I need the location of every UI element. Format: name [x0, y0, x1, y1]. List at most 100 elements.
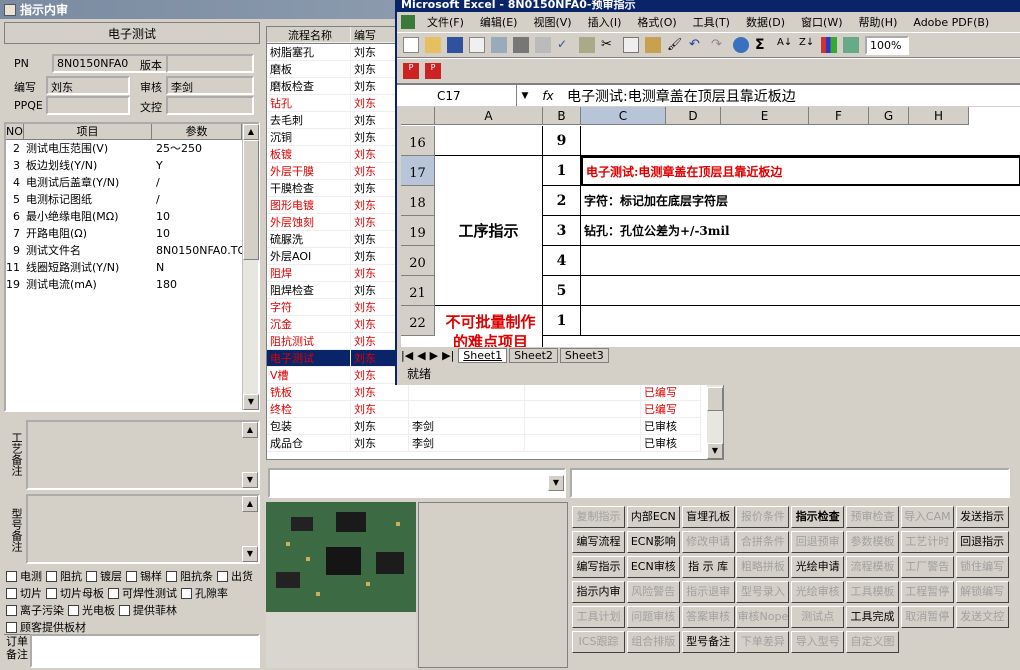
flow-combo[interactable]: ▼ — [268, 468, 566, 498]
cut-icon[interactable]: ✂ — [601, 37, 617, 53]
cell-b[interactable]: 2 — [543, 186, 581, 216]
checkbox-box[interactable] — [46, 571, 57, 582]
craft-note-box[interactable]: ▲ ▼ — [26, 420, 260, 490]
cell-b[interactable]: 9 — [543, 126, 581, 156]
option-checkbox[interactable]: 切片母板 — [46, 586, 104, 601]
action-button[interactable]: 回退预审 — [791, 531, 845, 553]
column-header[interactable]: A — [435, 107, 543, 125]
menu-item[interactable]: 插入(I) — [580, 14, 630, 30]
spreadsheet-grid[interactable]: A B C D E F G H 16 9 17 1 电子测试:电测章盖在顶层且靠近板边 18 2 字符：标记加… — [401, 107, 1020, 347]
checkbox-box[interactable] — [181, 588, 192, 599]
checkbox-box[interactable] — [108, 588, 119, 599]
menu-item[interactable]: 数据(D) — [738, 14, 793, 30]
cell-b[interactable]: 4 — [543, 246, 581, 276]
action-button[interactable]: 参数模板 — [846, 531, 899, 553]
name-box[interactable]: C17 — [397, 85, 517, 106]
action-button[interactable]: 工厂警告 — [900, 556, 954, 578]
scroll-down-icon[interactable]: ▼ — [242, 472, 258, 488]
save-icon[interactable] — [447, 37, 463, 53]
cell-c[interactable] — [581, 306, 1020, 336]
action-button[interactable]: 合拼条件 — [736, 531, 790, 553]
print-preview-icon[interactable] — [535, 37, 551, 53]
pdf-email-icon[interactable]: P — [425, 63, 441, 79]
row-header[interactable]: 18 — [401, 186, 435, 216]
row-header[interactable]: 21 — [401, 276, 435, 306]
cell-c[interactable]: 电子测试:电测章盖在顶层且靠近板边 — [581, 156, 1020, 186]
permission-icon[interactable] — [469, 37, 485, 53]
cell-a16[interactable] — [435, 126, 543, 156]
cell-c[interactable] — [581, 126, 1020, 156]
flow-row[interactable]: 包装 刘东 李剑 已审核 — [267, 418, 723, 435]
action-button[interactable]: 发送文控 — [955, 606, 1009, 628]
sort-desc-icon[interactable]: Z↓ — [799, 37, 815, 53]
row-header[interactable]: 16 — [401, 126, 435, 156]
next-sheet-icon[interactable]: ▶ — [430, 349, 438, 362]
checkbox-box[interactable] — [6, 622, 17, 633]
action-button[interactable]: 工艺计时 — [900, 531, 954, 553]
open-folder-icon[interactable] — [425, 37, 441, 53]
column-header[interactable]: G — [869, 107, 909, 125]
action-button[interactable]: 编写流程 — [572, 531, 625, 553]
flow-row[interactable]: 铣板 刘东 已编写 — [267, 384, 723, 401]
param-row[interactable]: 4 电测试后盖章(Y/N) / — [6, 174, 242, 191]
action-button[interactable]: 风险警告 — [626, 581, 680, 603]
scroll-thumb[interactable] — [707, 387, 723, 411]
menu-item[interactable]: 格式(O) — [629, 14, 684, 30]
action-button[interactable]: 问题审核 — [626, 606, 680, 628]
action-button[interactable]: 答案审核 — [681, 606, 735, 628]
format-painter-icon[interactable]: 🖌 — [667, 37, 683, 53]
field-value[interactable] — [46, 96, 130, 115]
menu-item[interactable]: 文件(F) — [419, 14, 472, 30]
print-icon[interactable] — [513, 37, 529, 53]
action-button[interactable]: ICS跟踪 — [572, 631, 625, 653]
scroll-down-icon[interactable]: ▼ — [707, 443, 723, 459]
param-row[interactable]: 9 测试文件名 8N0150NFA0.TGZ — [6, 242, 242, 259]
checkbox-box[interactable] — [86, 571, 97, 582]
scroll-thumb[interactable] — [243, 140, 259, 260]
action-button[interactable]: 光绘审核 — [791, 581, 845, 603]
sort-asc-icon[interactable]: A↓ — [777, 37, 793, 53]
scroll-up-icon[interactable]: ▲ — [242, 422, 258, 438]
menu-item[interactable]: 窗口(W) — [793, 14, 850, 30]
action-button[interactable]: 发送指示 — [955, 506, 1009, 528]
column-header[interactable]: E — [721, 107, 809, 125]
row-header[interactable]: 17 — [401, 156, 435, 186]
action-button[interactable]: 测试点 — [791, 606, 845, 628]
email-icon[interactable] — [491, 37, 507, 53]
option-checkbox[interactable]: 阻抗 — [46, 569, 82, 584]
sheet-tab[interactable]: Sheet2 — [509, 347, 558, 363]
field-value[interactable]: 刘东 — [46, 76, 130, 95]
action-button[interactable]: 修改申请 — [681, 531, 735, 553]
action-button[interactable]: 报价条件 — [736, 506, 790, 528]
pdf-icon[interactable]: P — [403, 63, 419, 79]
model-note-box[interactable]: ▲ ▼ — [26, 494, 260, 564]
autosum-icon[interactable]: Σ — [755, 37, 771, 53]
action-button[interactable]: 解锁编写 — [955, 581, 1009, 603]
menu-item[interactable]: Adobe PDF(B) — [905, 16, 997, 29]
field-value[interactable]: 李剑 — [166, 76, 254, 95]
action-button[interactable]: 指示检查 — [791, 506, 845, 528]
option-checkbox[interactable]: 镀层 — [86, 569, 122, 584]
action-button[interactable]: 自定义图 — [846, 631, 899, 653]
param-row[interactable]: 3 板边划线(Y/N) Y — [6, 157, 242, 174]
param-row[interactable]: 2 测试电压范围(V) 25～250 — [6, 140, 242, 157]
action-button[interactable]: 导入型号 — [791, 631, 845, 653]
undo-icon[interactable]: ↶ — [689, 37, 705, 53]
param-grid[interactable]: NO 项目 参数 2 测试电压范围(V) 25～250 3 板边划线(Y/N) Y 4 电测试… — [4, 122, 260, 412]
option-checkbox[interactable]: 锡样 — [126, 569, 162, 584]
last-sheet-icon[interactable]: ▶| — [442, 349, 454, 362]
drawing-icon[interactable] — [843, 37, 859, 53]
action-button[interactable]: 预审检查 — [846, 506, 899, 528]
chevron-down-icon[interactable]: ▼ — [517, 91, 533, 101]
option-checkbox[interactable]: 电测 — [6, 569, 42, 584]
cell-c[interactable] — [581, 246, 1020, 276]
checkbox-box[interactable] — [126, 571, 137, 582]
cell-c[interactable]: 字符：标记加在底层字符层 — [581, 186, 1020, 216]
column-header[interactable]: D — [666, 107, 721, 125]
spelling-icon[interactable]: ✓ — [557, 37, 573, 53]
redo-icon[interactable]: ↷ — [711, 37, 727, 53]
checkbox-box[interactable] — [166, 571, 177, 582]
formula-input[interactable]: 电子测试:电测章盖在顶层且靠近板边 — [563, 86, 796, 106]
action-button[interactable]: 粗略拼板 — [736, 556, 790, 578]
hard-items-cell[interactable]: 不可批量制作的难点项目 — [435, 306, 543, 347]
